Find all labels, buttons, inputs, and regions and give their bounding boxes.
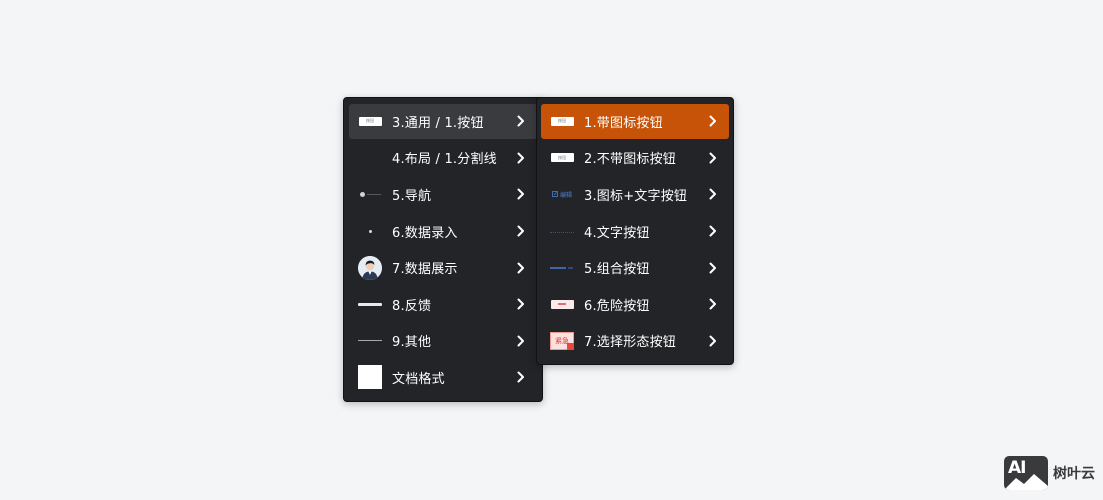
menu-item-label: 1.带图标按钮 xyxy=(584,115,663,131)
menu-item-general-button[interactable]: 按钮 3.通用 / 1.按钮 xyxy=(349,104,537,139)
menu-item-label: 4.布局 / 1.分割线 xyxy=(392,152,497,168)
chevron-right-icon xyxy=(706,187,720,201)
menu-item-data-display[interactable]: 7.数据展示 xyxy=(349,250,537,285)
menu-item-label: 6.危险按钮 xyxy=(584,298,650,314)
chevron-right-icon xyxy=(514,114,528,128)
menu-item-label: 6.数据录入 xyxy=(392,225,458,241)
submenu-item-icon-button[interactable]: 按钮 1.带图标按钮 xyxy=(541,104,729,139)
watermark-logo: AI xyxy=(1004,456,1048,490)
select-state-thumbnail: 紧急 xyxy=(550,329,574,353)
submenu-item-group-button[interactable]: 5.组合按钮 xyxy=(541,250,729,285)
chevron-right-icon xyxy=(706,297,720,311)
chevron-right-icon xyxy=(514,261,528,275)
thin-line-thumbnail xyxy=(358,329,382,353)
submenu-item-text-button[interactable]: 4.文字按钮 xyxy=(541,214,729,249)
chevron-right-icon xyxy=(514,370,528,384)
submenu-item-plain-button[interactable]: 按钮 2.不带图标按钮 xyxy=(541,141,729,176)
menu-item-label: 5.导航 xyxy=(392,188,432,204)
chevron-right-icon xyxy=(514,187,528,201)
chevron-right-icon xyxy=(514,151,528,165)
menu-item-other[interactable]: 9.其他 xyxy=(349,324,537,359)
watermark-brand: 树叶云 xyxy=(1053,466,1095,482)
dot-thumbnail xyxy=(358,219,382,243)
menu-item-label: 8.反馈 xyxy=(392,298,432,314)
chevron-right-icon xyxy=(514,334,528,348)
menu-item-label: 2.不带图标按钮 xyxy=(584,152,677,168)
chevron-right-icon xyxy=(706,334,720,348)
menu-item-doc-format[interactable]: 文档格式 xyxy=(349,360,537,395)
menu-item-label: 7.数据展示 xyxy=(392,262,458,278)
thick-line-thumbnail xyxy=(358,292,382,316)
menu-item-label: 3.图标+文字按钮 xyxy=(584,188,688,204)
navigation-thumbnail xyxy=(358,182,382,206)
icon-button-thumbnail: 按钮 xyxy=(550,109,574,133)
chevron-right-icon xyxy=(514,224,528,238)
menu-item-data-entry[interactable]: 6.数据录入 xyxy=(349,214,537,249)
menu-item-label: 4.文字按钮 xyxy=(584,225,650,241)
danger-button-thumbnail xyxy=(550,292,574,316)
chevron-right-icon xyxy=(514,297,528,311)
chevron-right-icon xyxy=(706,114,720,128)
submenu-item-danger-button[interactable]: 6.危险按钮 xyxy=(541,287,729,322)
submenu-item-select-state-button[interactable]: 紧急 7.选择形态按钮 xyxy=(541,324,729,359)
button-thumbnail: 按钮 xyxy=(550,146,574,170)
group-button-thumbnail xyxy=(550,256,574,280)
menu-item-label: 3.通用 / 1.按钮 xyxy=(392,115,484,131)
edit-icon-text-thumbnail: 编辑 xyxy=(550,182,574,206)
menu-item-feedback[interactable]: 8.反馈 xyxy=(349,287,537,322)
edit-icon xyxy=(552,191,558,198)
menu-item-layout-divider[interactable]: 4.布局 / 1.分割线 xyxy=(349,141,537,176)
menu-item-label: 7.选择形态按钮 xyxy=(584,335,677,351)
watermark: AI 树叶云 xyxy=(1004,456,1095,490)
chevron-right-icon xyxy=(706,151,720,165)
check-corner-icon xyxy=(567,342,574,350)
component-menu-level1: 按钮 3.通用 / 1.按钮 4.布局 / 1.分割线 5.导航 6.数据录入 xyxy=(343,97,543,402)
component-menu-level2: 按钮 1.带图标按钮 按钮 2.不带图标按钮 编辑 3.图标+文字按钮 4.文字… xyxy=(536,97,734,365)
button-thumbnail: 按钮 xyxy=(358,109,382,133)
menu-item-label: 9.其他 xyxy=(392,335,432,351)
mountain-icon xyxy=(1004,474,1048,490)
empty-thumbnail xyxy=(358,146,382,170)
avatar-thumbnail xyxy=(358,255,382,280)
text-button-thumbnail xyxy=(550,219,574,243)
submenu-item-icon-text-button[interactable]: 编辑 3.图标+文字按钮 xyxy=(541,177,729,212)
menu-item-label: 文档格式 xyxy=(392,371,445,387)
menu-item-navigation[interactable]: 5.导航 xyxy=(349,177,537,212)
white-square-thumbnail xyxy=(358,365,382,390)
chevron-right-icon xyxy=(706,261,720,275)
chevron-right-icon xyxy=(706,224,720,238)
menu-item-label: 5.组合按钮 xyxy=(584,262,650,278)
